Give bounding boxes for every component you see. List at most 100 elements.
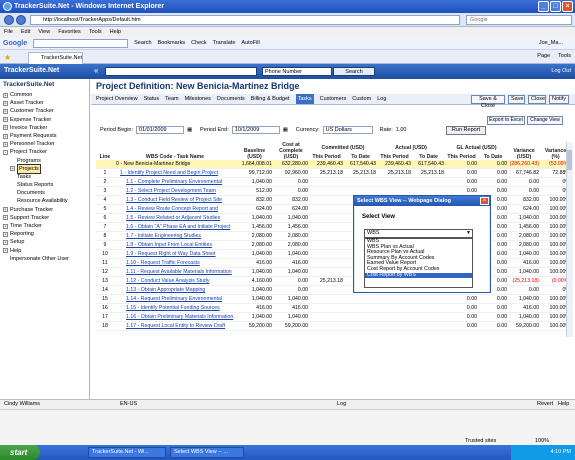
sidebar-item-expense-tracker[interactable]: + Expense Tracker	[0, 116, 89, 124]
export-excel-button[interactable]: Export to Excel	[487, 116, 525, 125]
expand-icon[interactable]: +	[3, 141, 8, 147]
menu-tools[interactable]: Tools	[89, 27, 102, 37]
bookmarks-button[interactable]: Bookmarks	[158, 40, 186, 46]
collapse-icon[interactable]: «	[94, 66, 98, 75]
sidebar-item-documents[interactable]: Documents	[0, 189, 89, 197]
task-name-link[interactable]: 1.11 - Request Available Materials Infor…	[114, 267, 236, 278]
dialog-close-button[interactable]: ×	[480, 197, 489, 205]
col-wbs[interactable]: WBS Code - Task Name	[114, 142, 236, 160]
table-row[interactable]: 11 1.10 - Request Traffic Forecasts 416.00…	[96, 258, 566, 269]
task-name-link[interactable]: 1 - Identify Project Need and Begin Proj…	[114, 168, 236, 179]
table-row[interactable]: 13 1.12 - Conduct Value Analysis Study 4,1…	[96, 276, 566, 287]
minimize-button[interactable]: _	[538, 1, 549, 12]
tab-customers[interactable]: Customers	[320, 94, 347, 104]
menu-file[interactable]: File	[4, 27, 13, 37]
expand-icon[interactable]: +	[3, 117, 8, 123]
expand-icon[interactable]: +	[3, 215, 8, 221]
sidebar-item-help[interactable]: + Help	[0, 247, 89, 255]
col-gl-period[interactable]: This Period	[445, 151, 478, 160]
grid-scrollbar[interactable]	[566, 142, 573, 337]
browser-tab[interactable]: TrackerSuite.Net	[28, 52, 83, 64]
view-select[interactable]: WBS ▼	[364, 229, 473, 238]
tools-menu[interactable]: Tools	[558, 53, 571, 59]
sidebar-item-time-tracker[interactable]: + Time Tracker	[0, 222, 89, 230]
table-row[interactable]: 3 1.2 - Select Project Development Team 51…	[96, 186, 566, 197]
expand-icon[interactable]: +	[10, 166, 15, 172]
task-name-link[interactable]: 1.16 - Obtain Preliminary Materials Info…	[114, 312, 236, 323]
table-row[interactable]: 11 - Identify Project Need and Begin Pro…	[96, 168, 566, 179]
table-row[interactable]: 17 1.16 - Obtain Preliminary Materials In…	[96, 312, 566, 323]
tab-status[interactable]: Status	[144, 94, 160, 104]
sidebar-item-setup[interactable]: + Setup	[0, 238, 89, 246]
autofill-button[interactable]: AutoFill	[241, 40, 259, 46]
sidebar-item-tasks[interactable]: Tasks	[0, 173, 89, 181]
table-row[interactable]: 5 1.4 - Review Route Concept Report and 62…	[96, 204, 566, 215]
task-name-link[interactable]: 1.1 - Complete Preliminary Environmental	[114, 177, 236, 188]
table-row[interactable]: 12 1.11 - Request Available Materials Inf…	[96, 267, 566, 278]
search-type-select[interactable]: Phone Number	[262, 67, 332, 76]
task-name-link[interactable]: 1.3 - Conduct Field Review of Project Si…	[114, 195, 236, 206]
table-row[interactable]: 8 1.7 - Initiate Engineering Studies 2,080…	[96, 231, 566, 242]
google-search-button[interactable]: Search	[134, 40, 151, 46]
close-button[interactable]: Close	[528, 95, 546, 104]
task-name-link[interactable]: 1.17 - Request Local Entity to Review Dr…	[114, 321, 236, 332]
favorites-star-icon[interactable]: ★	[4, 53, 11, 62]
start-button[interactable]: start	[0, 445, 40, 460]
quick-search-input[interactable]	[105, 67, 257, 76]
log-link[interactable]: Log	[337, 400, 346, 409]
search-button[interactable]: Search	[333, 67, 375, 76]
col-line[interactable]: Line	[96, 142, 114, 160]
expand-icon[interactable]: +	[3, 133, 8, 139]
table-row[interactable]: 15 1.14 - Request Preliminary Environment…	[96, 294, 566, 305]
task-name-link[interactable]: 1.14 - Request Preliminary Environmental	[114, 294, 236, 305]
period-end-input[interactable]: 10/1/2009	[231, 126, 280, 134]
sidebar-item-invoice-tracker[interactable]: + Invoice Tracker	[0, 124, 89, 132]
check-button[interactable]: Check	[191, 40, 207, 46]
tab-tasks[interactable]: Tasks	[295, 94, 314, 104]
expand-icon[interactable]: +	[3, 248, 8, 254]
page-menu[interactable]: Page	[537, 53, 550, 59]
calendar-icon[interactable]: ▦	[187, 127, 197, 133]
tab-custom[interactable]: Custom	[352, 94, 371, 104]
task-name-link[interactable]: 1.15 - Identify Potential Funding Source…	[114, 303, 236, 314]
logout-link[interactable]: Log Out	[551, 68, 571, 74]
task-name-link[interactable]: 1.2 - Select Project Development Team	[114, 186, 236, 197]
revert-link[interactable]: Revert	[537, 400, 553, 409]
taskbar-item-ie[interactable]: TrackerSuite.Net - Wi...	[88, 447, 166, 458]
save-close-button[interactable]: Save & Close	[471, 95, 505, 109]
table-row[interactable]: 18 1.17 - Request Local Entity to Review …	[96, 321, 566, 332]
table-row[interactable]: 14 1.13 - Obtain Appropriate Mapping 1,040…	[96, 285, 566, 296]
table-row[interactable]: 2 1.1 - Complete Preliminary Environmenta…	[96, 177, 566, 188]
table-row[interactable]: 6 1.5 - Review Related or Adjacent Studie…	[96, 213, 566, 224]
chevron-down-icon[interactable]: ▼	[466, 230, 471, 237]
sidebar-item-common[interactable]: + Common	[0, 91, 89, 99]
task-name-link[interactable]: 1.6 - Obtain "A" Phase EA and Initiate P…	[114, 222, 236, 233]
sidebar-item-purchase-tracker[interactable]: + Purchase Tracker	[0, 206, 89, 214]
sidebar-item-personnel-tracker[interactable]: + Personnel Tracker	[0, 140, 89, 148]
grid-scroll-thumb[interactable]	[567, 150, 572, 170]
expand-icon[interactable]: +	[3, 125, 8, 131]
google-user[interactable]: Joe_Ma...	[539, 40, 563, 46]
table-row[interactable]: 10 1.9 - Request Right of Way Data Sheet 1…	[96, 249, 566, 260]
col-actual-todate[interactable]: To Date	[412, 151, 445, 160]
table-row[interactable]: 0 - New Benicia-Martinez Bridge 1,664,008…	[96, 160, 566, 170]
sidebar-item-asset-tracker[interactable]: + Asset Tracker	[0, 99, 89, 107]
translate-button[interactable]: Translate	[213, 40, 236, 46]
sidebar-item-reporting[interactable]: + Reporting	[0, 230, 89, 238]
expand-icon[interactable]: +	[3, 207, 8, 213]
menu-view[interactable]: View	[38, 27, 50, 37]
task-name-link[interactable]: 0 - New Benicia-Martinez Bridge	[114, 160, 236, 170]
col-variance-pct[interactable]: Variance (%)	[540, 142, 566, 160]
collapse-icon[interactable]: -	[3, 149, 8, 155]
zoom-level[interactable]: 100%	[535, 438, 549, 444]
table-row[interactable]: 16 1.15 - Identify Potential Funding Sour…	[96, 303, 566, 314]
tab-billing-budget[interactable]: Billing & Budget	[251, 94, 290, 104]
sidebar-item-programs[interactable]: Programs	[0, 157, 89, 165]
task-name-link[interactable]: 1.10 - Request Traffic Forecasts	[114, 258, 236, 269]
help-link[interactable]: Help	[558, 400, 569, 409]
address-input[interactable]: http://localhost/TrackerApps/Default.htm	[30, 15, 460, 25]
sidebar-item-resource-availability[interactable]: Resource Availability	[0, 197, 89, 205]
sidebar-item-status-reports[interactable]: Status Reports	[0, 181, 89, 189]
table-row[interactable]: 9 1.8 - Obtain Input From Local Entities 2…	[96, 240, 566, 251]
forward-button[interactable]	[16, 15, 26, 25]
